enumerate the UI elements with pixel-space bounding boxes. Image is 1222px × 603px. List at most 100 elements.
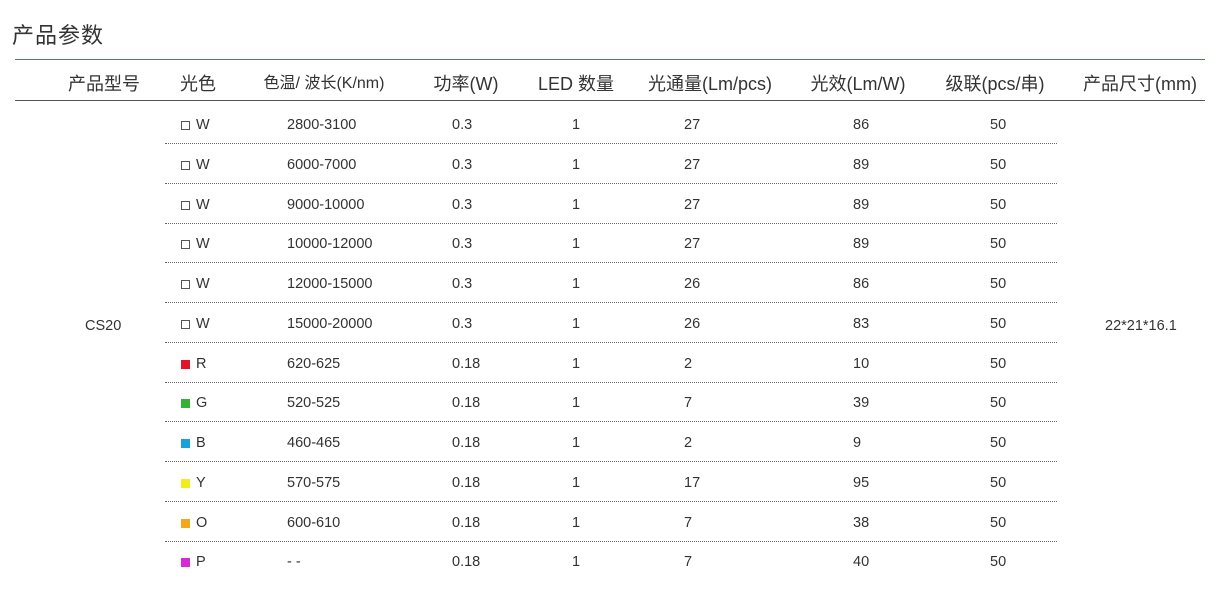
header-size: 产品尺寸(mm) bbox=[1083, 74, 1197, 94]
row-divider bbox=[165, 541, 1057, 542]
cct-cell: 520-525 bbox=[287, 395, 341, 411]
light-color-label: G bbox=[196, 395, 208, 411]
cascade-cell: 50 bbox=[990, 236, 1007, 252]
color-swatch-icon bbox=[181, 359, 190, 369]
efficacy-cell: 95 bbox=[853, 475, 870, 491]
flux-cell: 27 bbox=[684, 157, 701, 173]
efficacy-cell: 9 bbox=[853, 435, 862, 451]
row-divider bbox=[165, 183, 1057, 184]
efficacy-cell: 40 bbox=[853, 554, 870, 570]
size-cell: 22*21*16.1 bbox=[1105, 318, 1177, 334]
efficacy-cell: 39 bbox=[853, 395, 870, 411]
light-color-cell: O bbox=[181, 515, 207, 531]
light-color-label: W bbox=[196, 197, 210, 213]
qty-cell: 1 bbox=[572, 157, 581, 173]
qty-cell: 1 bbox=[572, 435, 581, 451]
qty-cell: 1 bbox=[572, 197, 581, 213]
cct-cell: 2800-3100 bbox=[287, 117, 357, 133]
qty-cell: 1 bbox=[572, 236, 581, 252]
power-cell: 0.18 bbox=[452, 515, 481, 531]
cct-cell: 9000-10000 bbox=[287, 197, 365, 213]
cascade-cell: 50 bbox=[990, 475, 1007, 491]
color-swatch-icon bbox=[181, 279, 190, 289]
power-cell: 0.3 bbox=[452, 197, 473, 213]
row-divider bbox=[165, 143, 1057, 144]
row-divider bbox=[165, 302, 1057, 303]
light-color-label: W bbox=[196, 276, 210, 292]
light-color-label: R bbox=[196, 356, 207, 372]
qty-cell: 1 bbox=[572, 316, 581, 332]
cct-cell: 12000-15000 bbox=[287, 276, 373, 292]
efficacy-cell: 38 bbox=[853, 515, 870, 531]
row-divider bbox=[165, 461, 1057, 462]
cct-cell: 620-625 bbox=[287, 356, 341, 372]
color-swatch-icon bbox=[181, 120, 190, 130]
efficacy-cell: 89 bbox=[853, 236, 870, 252]
power-cell: 0.18 bbox=[452, 435, 481, 451]
row-divider bbox=[165, 262, 1057, 263]
efficacy-cell: 86 bbox=[853, 117, 870, 133]
cascade-cell: 50 bbox=[990, 356, 1007, 372]
light-color-cell: W bbox=[181, 157, 210, 173]
flux-cell: 7 bbox=[684, 515, 693, 531]
light-color-cell: W bbox=[181, 197, 210, 213]
header-cascade: 级联(pcs/串) bbox=[945, 74, 1045, 94]
light-color-cell: P bbox=[181, 554, 206, 570]
color-swatch-icon bbox=[181, 319, 190, 329]
flux-cell: 27 bbox=[684, 236, 701, 252]
cct-cell: - - bbox=[287, 554, 301, 570]
power-cell: 0.18 bbox=[452, 475, 481, 491]
cct-cell: 600-610 bbox=[287, 515, 341, 531]
color-swatch-icon bbox=[181, 160, 190, 170]
qty-cell: 1 bbox=[572, 117, 581, 133]
flux-cell: 27 bbox=[684, 117, 701, 133]
power-cell: 0.3 bbox=[452, 236, 473, 252]
light-color-label: W bbox=[196, 157, 210, 173]
color-swatch-icon bbox=[181, 518, 190, 528]
qty-cell: 1 bbox=[572, 395, 581, 411]
header-led-qty: LED 数量 bbox=[537, 74, 615, 94]
flux-cell: 2 bbox=[684, 356, 693, 372]
light-color-label: W bbox=[196, 117, 210, 133]
efficacy-cell: 89 bbox=[853, 197, 870, 213]
light-color-label: W bbox=[196, 316, 210, 332]
light-color-cell: W bbox=[181, 276, 210, 292]
cct-cell: 570-575 bbox=[287, 475, 341, 491]
color-swatch-icon bbox=[181, 200, 190, 210]
header-divider bbox=[15, 100, 1205, 101]
light-color-label: B bbox=[196, 435, 206, 451]
header-luminous-flux: 光通量(Lm/pcs) bbox=[647, 74, 773, 94]
power-cell: 0.3 bbox=[452, 157, 473, 173]
cct-cell: 10000-12000 bbox=[287, 236, 373, 252]
cascade-cell: 50 bbox=[990, 435, 1007, 451]
row-divider bbox=[165, 223, 1057, 224]
power-cell: 0.3 bbox=[452, 276, 473, 292]
cascade-cell: 50 bbox=[990, 117, 1007, 133]
cct-cell: 6000-7000 bbox=[287, 157, 357, 173]
row-divider bbox=[165, 501, 1057, 502]
qty-cell: 1 bbox=[572, 515, 581, 531]
power-cell: 0.3 bbox=[452, 117, 473, 133]
header-efficacy: 光效(Lm/W) bbox=[810, 74, 906, 94]
model-cell: CS20 bbox=[85, 318, 122, 334]
header-cct-wavelength: 色温/ 波长(K/nm) bbox=[263, 75, 385, 92]
light-color-cell: G bbox=[181, 395, 207, 411]
color-swatch-icon bbox=[181, 398, 190, 408]
cascade-cell: 50 bbox=[990, 395, 1007, 411]
power-cell: 0.3 bbox=[452, 316, 473, 332]
cct-cell: 460-465 bbox=[287, 435, 341, 451]
title-underline bbox=[15, 59, 1205, 60]
header-model: 产品型号 bbox=[68, 74, 140, 94]
efficacy-cell: 89 bbox=[853, 157, 870, 173]
color-swatch-icon bbox=[181, 557, 190, 567]
row-divider bbox=[165, 382, 1057, 383]
light-color-cell: Y bbox=[181, 475, 206, 491]
light-color-cell: B bbox=[181, 435, 206, 451]
flux-cell: 17 bbox=[684, 475, 701, 491]
flux-cell: 26 bbox=[684, 276, 701, 292]
light-color-cell: R bbox=[181, 356, 206, 372]
power-cell: 0.18 bbox=[452, 356, 481, 372]
light-color-cell: W bbox=[181, 117, 210, 133]
qty-cell: 1 bbox=[572, 475, 581, 491]
efficacy-cell: 86 bbox=[853, 276, 870, 292]
